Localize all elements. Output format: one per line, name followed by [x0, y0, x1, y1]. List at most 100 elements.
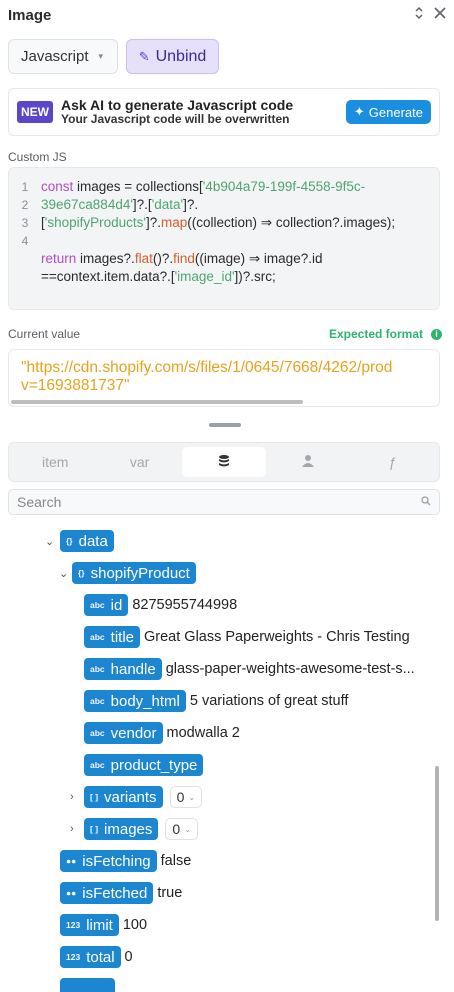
value-title: Great Glass Paperweights - Chris Testing — [144, 629, 410, 645]
key-images: images — [104, 820, 153, 838]
tab-user[interactable] — [266, 447, 350, 477]
key-id: id — [110, 596, 123, 614]
database-icon — [217, 454, 231, 471]
images-count-select[interactable]: 0 ⌄ — [165, 818, 198, 840]
tree-node-variants[interactable]: [ ] variants 0 ⌄ — [84, 786, 203, 808]
boolean-type-icon: ●● — [66, 856, 77, 866]
tree-node-shopifyProduct[interactable]: {} shopifyProduct — [72, 562, 196, 584]
line-number: 1 — [21, 180, 29, 194]
chevron-down-icon: ▾ — [98, 51, 104, 61]
sparkle-icon: ✦ — [353, 104, 365, 119]
tree-row[interactable]: abc product_type — [84, 754, 204, 776]
tab-database[interactable] — [181, 447, 267, 477]
generate-button[interactable]: ✦ Generate — [345, 100, 431, 124]
data-tabs: item var ƒ — [8, 442, 440, 482]
tree-row-partial[interactable] — [60, 978, 115, 992]
string-type-icon: abc — [90, 632, 105, 642]
tree-row[interactable]: 123 total 0 — [60, 946, 133, 968]
search-input[interactable]: Search — [8, 489, 440, 515]
unbind-label: Unbind — [155, 47, 207, 65]
key-vendor: vendor — [110, 724, 157, 742]
key-body-html: body_html — [110, 692, 180, 710]
current-value-label: Current value — [8, 327, 81, 341]
resize-handle[interactable] — [209, 423, 241, 427]
close-icon[interactable] — [434, 6, 446, 24]
code-line-6: ==context.item.data?.['image_id'])?.src; — [41, 269, 276, 284]
tree-row[interactable]: abc vendor modwalla 2 — [84, 722, 240, 744]
current-value-box: "https://cdn.shopify.com/s/files/1/0645/… — [8, 349, 440, 407]
key-product-type: product_type — [110, 756, 198, 774]
collapse-icon[interactable] — [414, 6, 424, 25]
panel-title: Image — [8, 6, 52, 24]
array-type-icon: [ ] — [90, 792, 99, 802]
value-total: 0 — [124, 949, 133, 965]
key-total: total — [86, 948, 115, 966]
chevron-down-icon: ⌄ — [184, 824, 191, 834]
key-limit: limit — [86, 916, 113, 934]
key-isFetching: isFetching — [82, 852, 151, 870]
code-line-3: ['shopifyProducts']?.map((collection) ⇒ … — [41, 215, 396, 230]
tree-row[interactable]: ●● isFetched true — [60, 882, 182, 904]
ai-generate-box: NEW Ask AI to generate Javascript code Y… — [8, 88, 440, 136]
new-badge: NEW — [17, 101, 53, 123]
expected-format-label: Expected format — [328, 327, 423, 341]
tree-row[interactable]: abc title Great Glass Paperweights - Chri… — [84, 626, 410, 648]
line-number: 4 — [21, 234, 29, 248]
ai-subtitle: Your Javascript code will be overwritten — [61, 112, 290, 126]
key-variants: variants — [104, 788, 157, 806]
tree-node-images[interactable]: [ ] images 0 ⌄ — [84, 818, 198, 840]
tree-row[interactable]: ●● isFetching false — [60, 850, 191, 872]
tree-row[interactable]: abc handle glass-paper-weights-awesome-te… — [84, 658, 415, 680]
toolbar: Javascript ▾ ✎ Unbind — [8, 39, 219, 74]
chevron-down-icon[interactable]: ⌄ — [59, 567, 68, 580]
info-icon[interactable]: i — [431, 328, 442, 340]
number-type-icon: 123 — [66, 952, 81, 962]
current-value-line1: "https://cdn.shopify.com/s/files/1/0645/… — [21, 359, 393, 376]
horizontal-scrollbar[interactable] — [11, 400, 303, 404]
value-isFetching: false — [160, 853, 192, 869]
tab-functions[interactable]: ƒ — [351, 447, 435, 477]
unbind-button[interactable]: ✎ Unbind — [126, 39, 219, 74]
boolean-type-icon: ●● — [66, 888, 77, 898]
tree-row[interactable]: abc id 8275955744998 — [84, 594, 237, 616]
tab-item[interactable]: item — [13, 447, 97, 477]
number-type-icon: 123 — [66, 920, 81, 930]
key-title: title — [110, 628, 134, 646]
search-placeholder: Search — [17, 494, 62, 510]
search-icon — [421, 495, 431, 509]
ai-title: Ask AI to generate Javascript code — [61, 97, 294, 113]
string-type-icon: abc — [90, 696, 105, 706]
object-type-icon: {} — [66, 536, 73, 546]
key-shopifyProduct: shopifyProduct — [90, 564, 190, 582]
key-handle: handle — [110, 660, 156, 678]
expected-format[interactable]: Expected format i — [329, 327, 442, 341]
chevron-right-icon[interactable]: › — [70, 823, 74, 835]
tab-var[interactable]: var — [97, 447, 181, 477]
tree-row[interactable]: 123 limit 100 — [60, 914, 147, 936]
custom-js-label: Custom JS — [8, 150, 67, 164]
chevron-right-icon[interactable]: › — [70, 791, 74, 803]
variants-count-select[interactable]: 0 ⌄ — [169, 786, 203, 808]
tree-row[interactable]: abc body_html 5 variations of great stuff — [84, 690, 348, 712]
generate-label: Generate — [368, 104, 423, 120]
vertical-scrollbar[interactable] — [435, 766, 439, 921]
code-line-1: const images = collections['4b904a79-199… — [41, 179, 366, 194]
user-icon — [301, 454, 315, 471]
string-type-icon: abc — [90, 664, 105, 674]
language-value: Javascript — [21, 48, 89, 65]
language-select[interactable]: Javascript ▾ — [8, 39, 118, 74]
chevron-down-icon[interactable]: ⌄ — [45, 535, 54, 548]
line-number: 3 — [21, 216, 29, 230]
tree-node-data[interactable]: {} data — [60, 530, 114, 552]
key-isFetched: isFetched — [82, 884, 148, 902]
string-type-icon: abc — [90, 600, 105, 610]
array-type-icon: [ ] — [90, 824, 99, 834]
code-line-2: 39e67ca884d4']?.['data']?. — [41, 197, 199, 212]
value-handle: glass-paper-weights-awesome-test-s... — [165, 661, 415, 677]
value-body-html: 5 variations of great stuff — [189, 693, 349, 709]
panel-header: Image — [0, 0, 454, 30]
code-editor[interactable]: 1 const images = collections['4b904a79-1… — [8, 167, 440, 310]
chevron-down-icon: ⌄ — [188, 792, 196, 802]
value-isFetched: true — [157, 885, 183, 901]
object-type-icon: {} — [78, 568, 85, 578]
